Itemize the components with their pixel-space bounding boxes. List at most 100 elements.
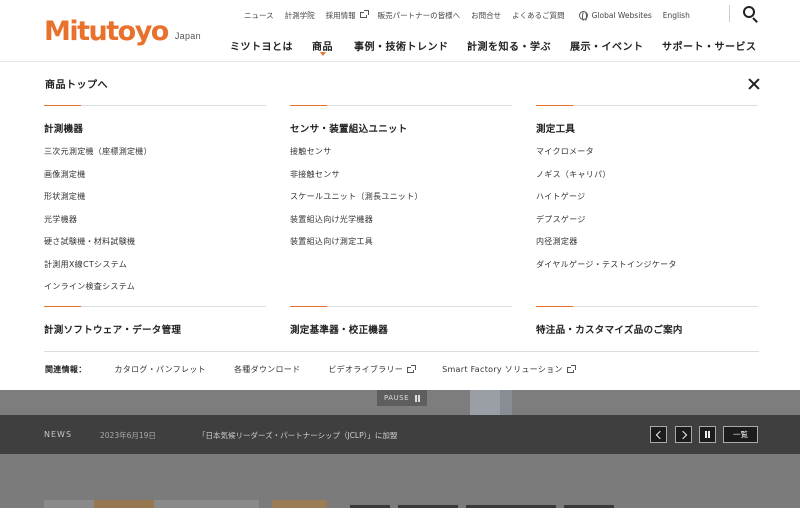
external-link-icon: [407, 364, 417, 373]
external-link-icon: [359, 10, 369, 18]
list-item[interactable]: 非接触センサ: [290, 170, 512, 193]
utility-link-partners[interactable]: 販売パートナーの皆様へ: [378, 10, 461, 21]
nav-cases-trends[interactable]: 事例・技術トレンド: [354, 38, 449, 53]
divider: [44, 351, 759, 352]
pause-label: PAUSE: [383, 394, 410, 402]
list-item[interactable]: ハイトゲージ: [536, 192, 758, 215]
list-item[interactable]: 装置組込向け光学機器: [290, 215, 512, 238]
utility-link-label: よくあるご質問: [512, 10, 565, 20]
category-title[interactable]: センサ・装置組込ユニット: [290, 121, 512, 135]
related-link-label: Smart Factory ソリューション: [442, 365, 563, 374]
content-section: [0, 454, 800, 508]
category-title[interactable]: 特注品・カスタマイズ品のご案内: [536, 322, 758, 336]
divider: [44, 306, 266, 307]
divider: [536, 105, 758, 106]
related-info: 関連情報： カタログ・パンフレット 各種ダウンロード ビデオライブラリー Sma…: [45, 364, 602, 375]
utility-link-faq[interactable]: よくあるご質問: [512, 10, 565, 21]
related-link-video-library[interactable]: ビデオライブラリー: [328, 364, 417, 375]
utility-nav: ニュース 計測学院 採用情報 販売パートナーの皆様へ お問合せ よくあるご質問 …: [244, 9, 701, 22]
products-mega-menu: 商品トップへ 計測機器 三次元測定機（座標測定機） 画像測定機 形状測定機 光学…: [0, 63, 800, 390]
active-caret-icon: [319, 52, 326, 56]
close-icon[interactable]: [748, 78, 760, 90]
feature-thumbnail: [44, 500, 259, 508]
category-column-custom: 特注品・カスタマイズ品のご案内: [536, 306, 758, 336]
category-title[interactable]: 計測ソフトウェア・データ管理: [44, 322, 266, 336]
list-item[interactable]: 光学機器: [44, 215, 266, 238]
global-websites-label: Global Websites: [591, 10, 652, 20]
products-top-link[interactable]: 商品トップへ: [45, 76, 108, 91]
nav-support[interactable]: サポート・サービス: [662, 38, 757, 53]
utility-link-recruit[interactable]: 採用情報: [325, 10, 369, 21]
divider: [290, 105, 512, 106]
list-item[interactable]: 接触センサ: [290, 147, 512, 170]
category-links: マイクロメータ ノギス（キャリパ） ハイトゲージ デプスゲージ 内径測定器 ダイ…: [536, 147, 758, 282]
globe-icon: [578, 10, 588, 22]
category-column-sensors: センサ・装置組込ユニット 接触センサ 非接触センサ スケールユニット（測長ユニッ…: [290, 105, 512, 260]
list-item[interactable]: 画像測定機: [44, 170, 266, 193]
news-date: 2023年6月19日: [100, 431, 156, 440]
category-column-instruments: 計測機器 三次元測定機（座標測定機） 画像測定機 形状測定機 光学機器 硬さ試験…: [44, 105, 266, 305]
utility-link-label: 販売パートナーの皆様へ: [377, 10, 461, 20]
related-link-label: 各種ダウンロード: [233, 365, 301, 374]
category-title[interactable]: 測定基準器・校正機器: [290, 322, 512, 336]
slider-pause-button[interactable]: PAUSE: [377, 390, 427, 406]
related-link-downloads[interactable]: 各種ダウンロード: [234, 364, 300, 375]
news-pause-button[interactable]: [699, 426, 716, 443]
feature-thumbnail: [272, 500, 327, 508]
news-ticker: NEWS 2023年6月19日 「日本気候リーダーズ・パートナーシップ（JCLP…: [0, 415, 800, 454]
news-label: NEWS: [44, 430, 73, 439]
category-links: 三次元測定機（座標測定機） 画像測定機 形状測定機 光学機器 硬さ試験機・材料試…: [44, 147, 266, 305]
utility-link-label: お問合せ: [471, 10, 502, 20]
related-link-smart-factory[interactable]: Smart Factory ソリューション: [442, 364, 576, 375]
category-title[interactable]: 計測機器: [44, 121, 266, 135]
related-link-label: カタログ・パンフレット: [114, 365, 206, 374]
site-header: Mitutoyo Japan ニュース 計測学院 採用情報 販売パートナーの皆様…: [0, 0, 800, 62]
list-item[interactable]: ダイヤルゲージ・テストインジケータ: [536, 260, 758, 283]
pause-icon: [415, 394, 421, 402]
list-item[interactable]: ノギス（キャリパ）: [536, 170, 758, 193]
divider: [290, 306, 512, 307]
global-nav: ミツトヨとは 商品 事例・技術トレンド 計測を知る・学ぶ 展示・イベント サポー…: [0, 38, 800, 56]
list-item[interactable]: 装置組込向け測定工具: [290, 237, 512, 260]
category-column-software: 計測ソフトウェア・データ管理: [44, 306, 266, 336]
list-item[interactable]: 三次元測定機（座標測定機）: [44, 147, 266, 170]
global-websites-link[interactable]: Global Websites: [578, 10, 652, 22]
nav-events[interactable]: 展示・イベント: [570, 38, 644, 53]
language-english-link[interactable]: English: [663, 11, 690, 20]
category-column-calibration: 測定基準器・校正機器: [290, 306, 512, 336]
list-item[interactable]: スケールユニット（測長ユニット）: [290, 192, 512, 215]
list-item[interactable]: 硬さ試験機・材料試験機: [44, 237, 266, 260]
list-item[interactable]: デプスゲージ: [536, 215, 758, 238]
page-overlay[interactable]: PAUSE NEWS 2023年6月19日 「日本気候リーダーズ・パートナーシッ…: [0, 390, 800, 508]
list-item[interactable]: 内径測定器: [536, 237, 758, 260]
list-item[interactable]: インライン検査システム: [44, 282, 266, 305]
news-next-button[interactable]: [675, 426, 692, 443]
utility-link-label: 計測学院: [284, 10, 315, 20]
list-item[interactable]: 形状測定機: [44, 192, 266, 215]
news-list-button[interactable]: 一覧: [723, 426, 758, 443]
external-link-icon: [566, 364, 576, 373]
related-link-catalog[interactable]: カタログ・パンフレット: [115, 364, 206, 375]
related-link-label: ビデオライブラリー: [328, 365, 404, 374]
feature-heading-fragment: [350, 500, 620, 508]
utility-link-label: ニュース: [244, 10, 274, 20]
news-headline[interactable]: 「日本気候リーダーズ・パートナーシップ（JCLP）」に加盟: [198, 430, 397, 441]
utility-link-academy[interactable]: 計測学院: [285, 10, 315, 21]
list-item[interactable]: マイクロメータ: [536, 147, 758, 170]
nav-learn[interactable]: 計測を知る・学ぶ: [467, 38, 551, 53]
divider: [536, 306, 758, 307]
search-icon[interactable]: [743, 6, 759, 23]
list-item[interactable]: 計測用X線CTシステム: [44, 260, 266, 283]
category-column-tools: 測定工具 マイクロメータ ノギス（キャリパ） ハイトゲージ デプスゲージ 内径測…: [536, 105, 758, 282]
utility-link-contact[interactable]: お問合せ: [471, 10, 501, 21]
chevron-right-icon: [678, 430, 687, 439]
category-title[interactable]: 測定工具: [536, 121, 758, 135]
news-prev-button[interactable]: [650, 426, 667, 443]
nav-products[interactable]: 商品: [312, 38, 333, 56]
utility-link-label: 採用情報: [325, 10, 356, 20]
divider: [729, 5, 730, 22]
pause-icon: [705, 431, 710, 438]
divider: [44, 105, 266, 106]
nav-about[interactable]: ミツトヨとは: [230, 38, 293, 53]
utility-link-news[interactable]: ニュース: [244, 10, 274, 21]
